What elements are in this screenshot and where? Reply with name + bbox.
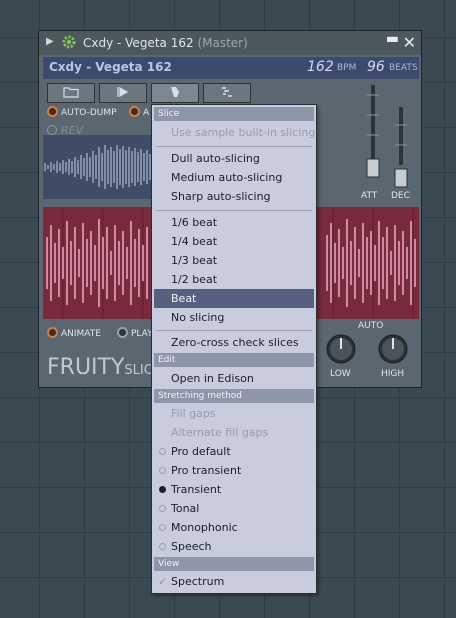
menu-item-pro-default[interactable]: Pro default — [154, 442, 314, 461]
animate-toggle[interactable]: ANIMATE — [47, 327, 101, 339]
auto-second-radio-icon — [129, 106, 140, 117]
auto-dump-toggle[interactable]: AUTO-DUMP — [47, 106, 117, 118]
bpm-value[interactable]: 162 — [307, 59, 334, 75]
play-arrow-icon — [117, 86, 129, 98]
radio-icon — [159, 467, 166, 474]
menu-item-label: Speech — [171, 540, 212, 553]
menu-item-monophonic[interactable]: Monophonic — [154, 518, 314, 537]
menu-item-pro-transient[interactable]: Pro transient — [154, 461, 314, 480]
folder-icon — [63, 87, 79, 98]
dec-label: DEC — [391, 191, 410, 201]
radio-icon — [159, 524, 166, 531]
piano-roll-icon — [222, 87, 232, 97]
menu-separator — [156, 330, 312, 331]
menu-section-slice: Slice — [154, 107, 314, 121]
auto-second-toggle[interactable]: A — [129, 106, 149, 118]
bpm-label: BPM — [337, 63, 357, 73]
play-toggle[interactable]: PLAY — [117, 327, 153, 339]
menu-item-1-4-beat[interactable]: 1/4 beat — [154, 232, 314, 251]
menu-item-fill-gaps: Fill gaps — [171, 407, 216, 420]
expand-arrow-icon[interactable]: ▶ — [46, 36, 54, 47]
menu-section-edit: Edit — [154, 353, 314, 367]
play-radio-icon — [117, 327, 128, 338]
att-label: ATT — [361, 191, 378, 201]
menu-item-1-6-beat[interactable]: 1/6 beat — [154, 213, 314, 232]
menu-item-label: Spectrum — [171, 575, 225, 588]
high-knob[interactable] — [378, 334, 408, 364]
beats-value[interactable]: 96 — [367, 59, 385, 75]
radio-selected-icon — [159, 486, 166, 493]
menu-item-1-2-beat[interactable]: 1/2 beat — [154, 270, 314, 289]
piano-roll-button[interactable] — [203, 83, 251, 103]
menu-item-use-builtin: Use sample built-in slicing — [171, 126, 316, 139]
radio-icon — [159, 448, 166, 455]
menu-item-medium[interactable]: Medium auto-slicing — [154, 168, 314, 187]
open-folder-button[interactable] — [47, 83, 95, 103]
menu-item-transient[interactable]: Transient — [154, 480, 314, 499]
play-label: PLAY — [131, 329, 153, 339]
close-button[interactable]: ✕ — [403, 33, 416, 52]
play-slices-button[interactable] — [99, 83, 147, 103]
menu-item-label: Monophonic — [171, 521, 238, 534]
envelope-faders: ATT DEC — [278, 84, 419, 203]
menu-section-view: View — [154, 557, 314, 571]
low-label: LOW — [330, 369, 351, 379]
menu-item-label: Transient — [171, 483, 222, 496]
menu-item-dull[interactable]: Dull auto-slicing — [154, 149, 314, 168]
menu-item-no-slicing[interactable]: No slicing — [154, 308, 314, 327]
menu-item-spectrum[interactable]: ✓ Spectrum — [154, 572, 314, 591]
gear-icon[interactable] — [61, 34, 77, 50]
menu-section-stretching: Stretching method — [154, 389, 314, 403]
menu-item-open-edison[interactable]: Open in Edison — [154, 369, 314, 388]
menu-separator — [156, 146, 312, 147]
animate-label: ANIMATE — [61, 329, 101, 339]
checkmark-icon: ✓ — [158, 575, 168, 588]
menu-item-speech[interactable]: Speech — [154, 537, 314, 556]
auto-dump-label: AUTO-DUMP — [61, 108, 117, 118]
window-title: Cxdy - Vegeta 162 (Master) — [83, 36, 248, 50]
auto-dump-radio-icon — [47, 106, 58, 117]
animate-radio-icon — [47, 327, 58, 338]
auto-second-label: A — [143, 108, 150, 118]
radio-icon — [159, 505, 166, 512]
high-label: HIGH — [381, 369, 405, 379]
menu-item-sharp[interactable]: Sharp auto-slicing — [154, 187, 314, 206]
minimize-button[interactable]: ▬ — [386, 31, 399, 47]
title-bar[interactable]: ▶ Cxdy - Vegeta 162 (Master) ▬ ✕ — [39, 31, 421, 55]
reverse-radio-icon — [47, 125, 57, 135]
info-header: Cxdy - Vegeta 162 162 BPM 96 BEATS — [43, 57, 419, 79]
slicing-context-menu: Slice Use sample built-in slicing Dull a… — [151, 104, 317, 594]
overview-waveform[interactable] — [43, 135, 153, 199]
menu-item-beat[interactable]: Beat — [154, 289, 314, 308]
menu-item-tonal[interactable]: Tonal — [154, 499, 314, 518]
slicing-menu-button[interactable] — [151, 83, 199, 103]
sample-name: Cxdy - Vegeta 162 — [49, 60, 172, 74]
menu-item-zero-cross[interactable]: Zero-cross check slices — [154, 333, 314, 352]
radio-icon — [159, 543, 166, 550]
menu-separator — [156, 210, 312, 211]
menu-item-label: Pro default — [171, 445, 231, 458]
low-knob[interactable] — [326, 334, 356, 364]
slice-icon — [171, 87, 179, 97]
menu-item-1-3-beat[interactable]: 1/3 beat — [154, 251, 314, 270]
menu-item-alt-fill-gaps: Alternate fill gaps — [171, 426, 269, 439]
beats-label: BEATS — [389, 63, 418, 73]
menu-item-label: Pro transient — [171, 464, 242, 477]
knob-area: AUTO LOW HIGH — [319, 321, 419, 381]
menu-item-label: Tonal — [171, 502, 200, 515]
logo-main: FRUITY — [47, 355, 125, 380]
